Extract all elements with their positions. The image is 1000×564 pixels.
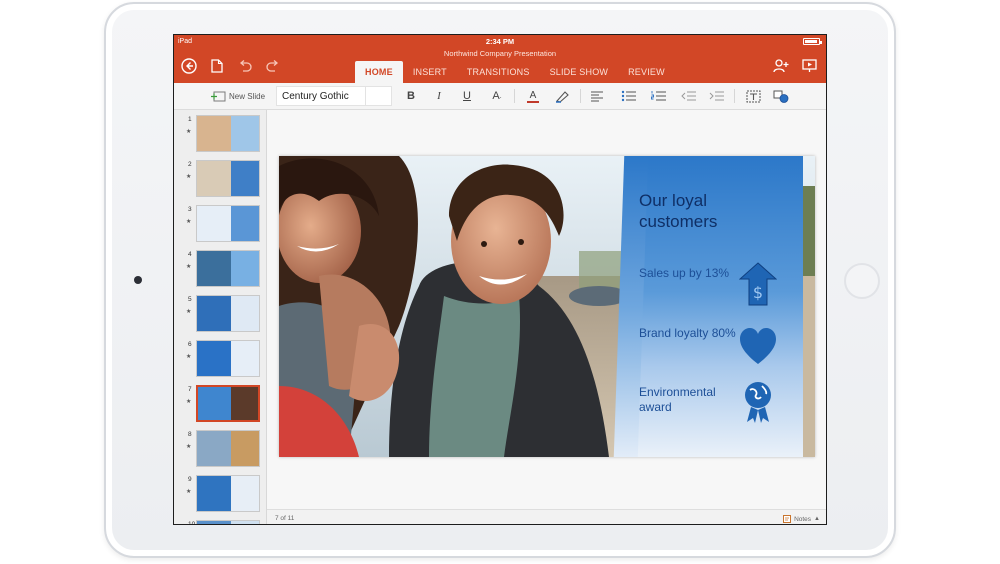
tab-home[interactable]: HOME: [355, 61, 403, 83]
star-icon: ★: [186, 309, 192, 315]
tab-transitions[interactable]: TRANSITIONS: [457, 61, 540, 83]
slide-thumbnail[interactable]: 2 ★: [174, 159, 266, 203]
slide-thumbnail[interactable]: 7 ★: [174, 384, 266, 428]
slide-thumbnail[interactable]: 4 ★: [174, 249, 266, 293]
font-name-value: Century Gothic: [282, 91, 349, 102]
font-name-field[interactable]: Century Gothic: [276, 86, 392, 106]
slide-canvas[interactable]: Our loyal customers Sales up by 13% $ Br…: [267, 110, 826, 510]
slide-thumbnail[interactable]: 5 ★: [174, 294, 266, 338]
thumbnail-preview: [196, 520, 260, 524]
stat-environmental-award: Environmental award: [639, 385, 716, 414]
bullet-list-icon[interactable]: [620, 87, 638, 105]
shapes-icon[interactable]: [772, 87, 790, 105]
notes-icon: [783, 515, 792, 523]
slide-thumbnail[interactable]: 1 ★: [174, 114, 266, 158]
thumbnail-number: 2: [188, 161, 192, 168]
slide-thumbnail[interactable]: 6 ★: [174, 339, 266, 383]
thumbnail-number: 8: [188, 431, 192, 438]
underline-button[interactable]: U: [460, 87, 474, 105]
slide-title: Our loyal customers: [639, 191, 718, 231]
undo-icon[interactable]: [236, 57, 254, 75]
slide-thumbnail[interactable]: 3 ★: [174, 204, 266, 248]
numbered-list-icon[interactable]: [650, 87, 668, 105]
thumbnail-number: 7: [188, 386, 192, 393]
battery-icon: [803, 38, 822, 45]
thumbnail-number: 3: [188, 206, 192, 213]
thumbnail-preview: [196, 385, 260, 422]
stat-sales: Sales up by 13%: [639, 266, 730, 280]
powerpoint-screen: iPad 2:34 PM Northwind Company Presentat…: [173, 34, 827, 525]
star-icon: ★: [186, 444, 192, 450]
notes-label: Notes: [794, 515, 812, 523]
new-slide-icon: [211, 91, 226, 101]
slide-thumbnail[interactable]: 9 ★: [174, 474, 266, 518]
title-toolbar: iPad 2:34 PM Northwind Company Presentat…: [174, 35, 826, 83]
notes-button[interactable]: Notes ▲: [783, 515, 820, 523]
svg-text:$: $: [753, 283, 763, 302]
tab-review[interactable]: REVIEW: [618, 61, 675, 83]
home-ribbon: New Slide Century Gothic B I U A. A: [174, 83, 826, 110]
thumbnail-number: 1: [188, 116, 192, 123]
slide-thumbnail[interactable]: 10★: [174, 519, 266, 525]
star-icon: ★: [186, 264, 192, 270]
font-color-button[interactable]: A: [524, 87, 542, 105]
heart-icon: [740, 328, 776, 364]
star-icon: ★: [186, 129, 192, 135]
dollar-arrow-icon: $: [739, 262, 777, 306]
font-color-glyph: A: [529, 89, 537, 101]
star-icon: ★: [186, 489, 192, 495]
highlighter-icon[interactable]: [554, 87, 572, 105]
decrease-indent-icon[interactable]: [680, 87, 698, 105]
stat-brand-loyalty: Brand loyalty 80%: [639, 326, 736, 340]
current-slide[interactable]: Our loyal customers Sales up by 13% $ Br…: [279, 156, 815, 457]
redo-icon[interactable]: [264, 57, 282, 75]
slide-count: 7 of 11: [275, 515, 295, 522]
increase-indent-icon[interactable]: [708, 87, 726, 105]
thumbnail-number: 9: [188, 476, 192, 483]
font-size-button[interactable]: A.: [488, 87, 506, 105]
home-button[interactable]: [844, 263, 880, 299]
thumbnail-number: 4: [188, 251, 192, 258]
thumbnail-number: 10: [188, 521, 196, 525]
align-left-icon[interactable]: [588, 87, 606, 105]
thumbnail-preview: [196, 160, 260, 197]
tab-insert[interactable]: INSERT: [403, 61, 457, 83]
new-slide-label: New Slide: [229, 91, 266, 101]
thumbnail-number: 6: [188, 341, 192, 348]
new-slide-button[interactable]: New Slide: [210, 87, 265, 105]
status-bar: iPad 2:34 PM: [174, 35, 826, 48]
back-icon[interactable]: [180, 57, 198, 75]
slide-thumbnail[interactable]: 8 ★: [174, 429, 266, 473]
textbox-icon[interactable]: [744, 87, 762, 105]
star-icon: ★: [186, 354, 192, 360]
italic-button[interactable]: I: [432, 87, 446, 105]
present-icon[interactable]: [800, 57, 818, 75]
star-icon: ★: [186, 219, 192, 225]
share-person-icon[interactable]: [772, 57, 790, 75]
ribbon-tabs: HOME INSERT TRANSITIONS SLIDE SHOW REVIE…: [355, 61, 675, 83]
star-icon: ★: [186, 399, 192, 405]
front-camera: [134, 276, 142, 284]
status-footer: 7 of 11 Notes ▲: [267, 509, 826, 524]
thumbnail-preview: [196, 115, 260, 152]
thumbnail-preview: [196, 340, 260, 377]
status-time: 2:34 PM: [485, 37, 515, 46]
thumbnail-preview: [196, 295, 260, 332]
thumbnail-preview: [196, 475, 260, 512]
star-icon: ★: [186, 174, 192, 180]
tab-slide-show[interactable]: SLIDE SHOW: [540, 61, 619, 83]
font-size-glyph: A: [492, 90, 500, 102]
thumbnail-preview: [196, 250, 260, 287]
file-icon[interactable]: [208, 57, 226, 75]
info-panel: Our loyal customers Sales up by 13% $ Br…: [631, 156, 803, 457]
globe-award-icon: [745, 382, 771, 423]
slide-thumbnail-panel[interactable]: 1★2★3★4★5★6★7★8★9★10★: [174, 110, 267, 525]
bold-button[interactable]: B: [404, 87, 418, 105]
thumbnail-number: 5: [188, 296, 192, 303]
thumbnail-preview: [196, 205, 260, 242]
thumbnail-preview: [196, 430, 260, 467]
